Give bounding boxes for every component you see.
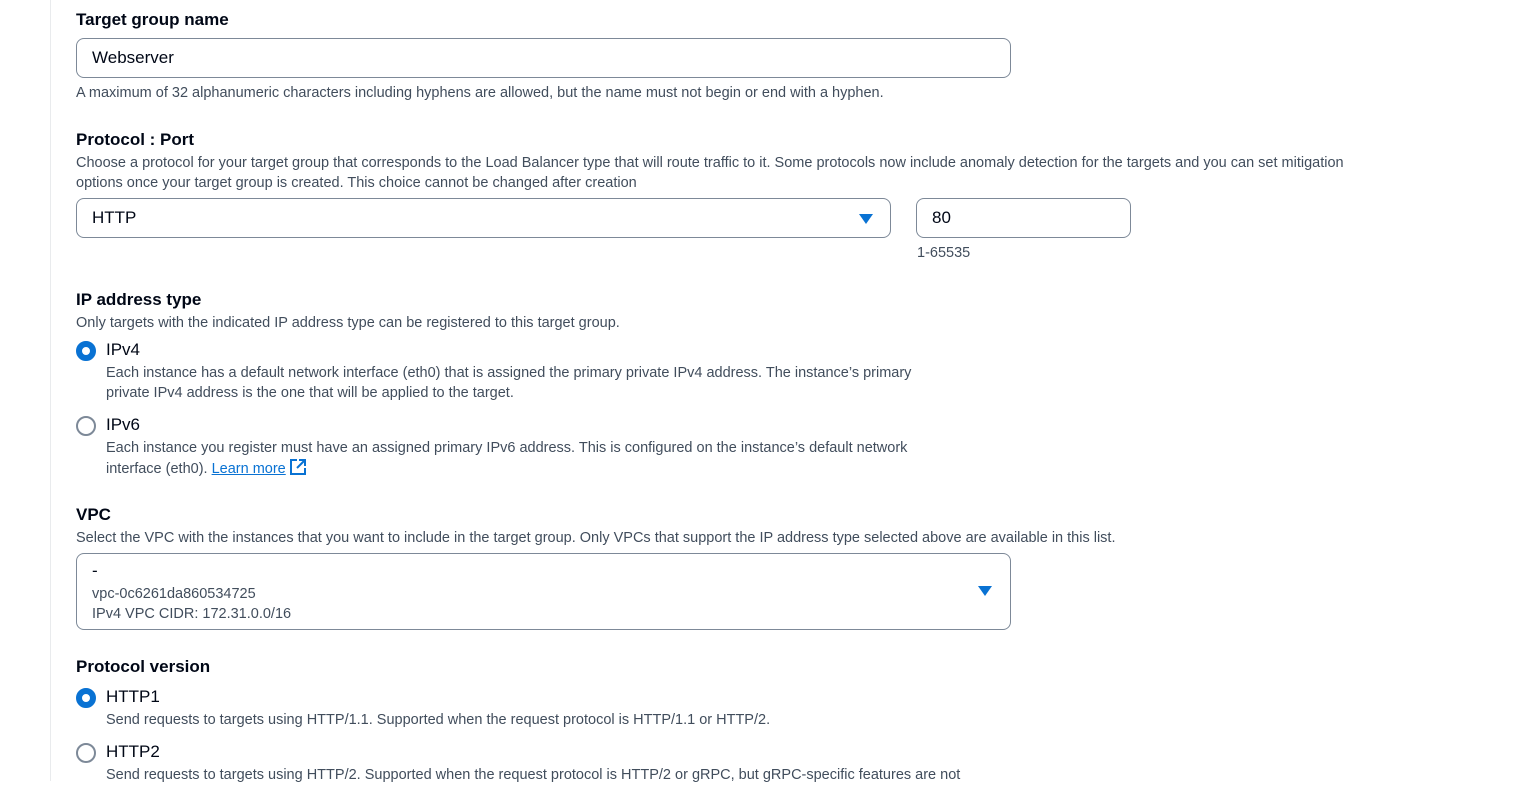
target-group-name-input[interactable]: Webserver [76,38,1011,78]
protocol-select[interactable]: HTTP [76,198,891,238]
ipv4-label: IPv4 [106,340,141,359]
protocol-port-label: Protocol : Port [76,130,195,149]
ipv6-description-line2: interface (eth0). [106,461,208,477]
ipv6-label: IPv6 [106,415,141,434]
vpc-select[interactable]: - vpc-0c6261da860534725 IPv4 VPC CIDR: 1… [76,553,1011,630]
chevron-down-icon [859,214,873,224]
ip-address-type-description: Only targets with the indicated IP addre… [76,315,620,331]
port-hint: 1-65535 [917,245,971,261]
ipv4-description-line2: private IPv4 address is the one that wil… [106,385,514,401]
target-group-name-hint: A maximum of 32 alphanumeric characters … [76,85,884,101]
ipv4-radio[interactable] [76,341,96,361]
http1-radio[interactable] [76,688,96,708]
external-link-icon[interactable] [289,458,307,482]
learn-more-link[interactable]: Learn more [212,461,286,477]
target-group-name-label: Target group name [76,10,229,29]
port-input-value: 80 [932,208,951,227]
ipv6-description-line1: Each instance you register must have an … [106,440,908,456]
ipv6-radio[interactable] [76,416,96,436]
http2-label: HTTP2 [106,742,160,761]
vpc-description: Select the VPC with the instances that y… [76,530,1116,546]
http1-label: HTTP1 [106,687,160,706]
ipv4-description-line1: Each instance has a default network inte… [106,365,912,381]
protocol-port-description-line2: options once your target group is create… [76,175,637,191]
protocol-version-label: Protocol version [76,657,211,676]
learn-more-link-text: Learn more [211,461,286,477]
http2-radio[interactable] [76,743,96,763]
port-input[interactable]: 80 [916,198,1131,238]
http1-description: Send requests to targets using HTTP/1.1.… [106,712,771,728]
target-group-name-value: Webserver [92,48,174,67]
ip-address-type-label: IP address type [76,290,202,309]
protocol-port-description-line1: Choose a protocol for your target group … [76,155,1344,171]
ip-type-option-ipv6[interactable]: IPv6 Each instance you register must hav… [76,415,976,485]
protocol-version-option-http1[interactable]: HTTP1 Send requests to targets using HTT… [76,687,1036,732]
ipv6-description: Each instance you register must have an … [106,438,986,482]
protocol-version-option-http2[interactable]: HTTP2 Send requests to targets using HTT… [76,742,1036,787]
ip-type-option-ipv4[interactable]: IPv4 Each instance has a default network… [76,340,976,410]
vpc-selected-name: - [92,561,98,580]
http2-description: Send requests to targets using HTTP/2. S… [106,767,961,783]
chevron-down-icon [978,586,992,596]
protocol-select-value: HTTP [92,208,137,227]
vpc-selected-id: vpc-0c6261da860534725 [92,586,256,602]
left-rail [0,0,51,781]
vpc-selected-cidr: IPv4 VPC CIDR: 172.31.0.0/16 [92,606,292,622]
vpc-label: VPC [76,505,111,524]
ipv4-description: Each instance has a default network inte… [106,363,986,403]
